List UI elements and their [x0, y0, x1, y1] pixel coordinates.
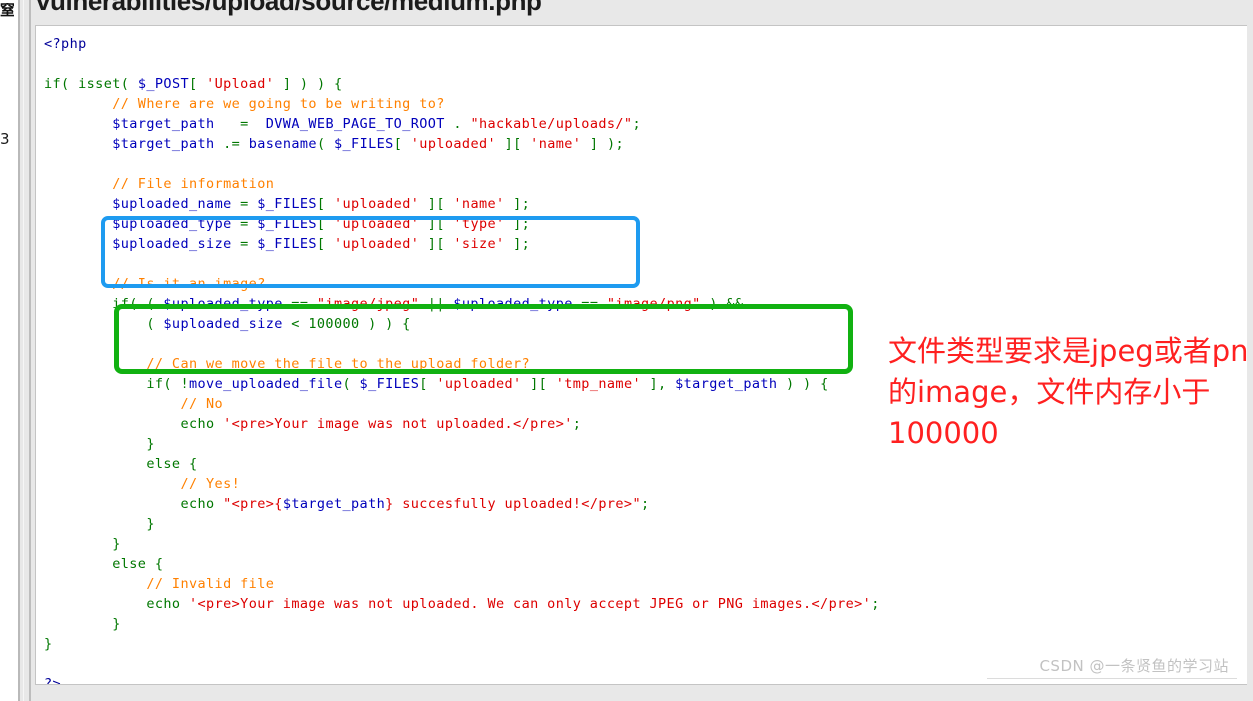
watermark-rule	[987, 678, 1237, 679]
code-token: ;	[871, 596, 880, 612]
code-token: DVWA_WEB_PAGE_TO_ROOT	[265, 116, 445, 132]
red-annotation-note: 文件类型要求是jpeg或者png的image，文件内存小于100000	[888, 334, 1247, 450]
code-token: ?>	[44, 676, 62, 685]
code-token: ]	[274, 76, 300, 92]
code-token: $target_path	[675, 376, 778, 392]
csdn-watermark: CSDN @一条贤鱼的学习站	[1039, 657, 1229, 675]
code-token: 'uploaded'	[333, 196, 420, 212]
code-token: ;	[572, 416, 582, 432]
code-token: '<pre>Your image was not uploaded.</pre>…	[223, 416, 573, 432]
code-token: }	[44, 636, 53, 652]
code-token: 'tmp_name'	[555, 376, 641, 392]
code-token: isset	[78, 76, 121, 92]
code-token: $_FILES	[334, 136, 394, 152]
code-token: ;	[632, 116, 641, 132]
code-token: if(	[44, 76, 79, 92]
code-token: 'name'	[453, 196, 505, 212]
code-token: }	[44, 436, 155, 452]
code-token: $target_path	[112, 116, 215, 132]
code-token: $target_path	[282, 496, 386, 512]
source-code-panel: <?php if( isset( $_POST[ 'Upload' ] ) ) …	[35, 25, 1247, 685]
code-token: "hackable/uploads/"	[470, 116, 633, 132]
code-token: 'uploaded'	[436, 376, 522, 392]
code-token: );	[606, 136, 624, 152]
code-token: 'Upload'	[206, 76, 275, 92]
code-token: <?php	[44, 36, 87, 52]
code-token: $_POST	[137, 76, 189, 92]
code-token: }	[44, 516, 155, 532]
code-token: [	[393, 136, 411, 152]
code-token: $_FILES	[257, 196, 317, 212]
code-token: '<pre>Your image was not uploaded. We ca…	[189, 596, 872, 612]
code-token: else {	[44, 556, 164, 572]
code-token: // Yes!	[44, 476, 241, 492]
code-token: }	[44, 536, 121, 552]
code-token: (	[342, 376, 360, 392]
code-token: [	[189, 76, 207, 92]
code-token: }	[44, 616, 121, 632]
code-token: if( !	[44, 376, 189, 392]
code-token: else {	[44, 456, 198, 472]
code-token: =	[231, 196, 258, 212]
clipped-left-glyph-middle: 3	[0, 132, 10, 147]
clipped-left-glyph-top: 窒	[0, 3, 14, 18]
code-token: (	[316, 136, 334, 152]
code-token: ][	[496, 136, 531, 152]
code-token: $_FILES	[359, 376, 420, 392]
page-title: vulnerabilities/upload/source/medium.php	[36, 0, 542, 16]
code-token: ];	[504, 196, 531, 212]
code-token: [	[316, 196, 334, 212]
code-token: $uploaded_name	[112, 196, 232, 212]
code-token: $target_path	[112, 136, 215, 152]
code-token: move_uploaded_file	[188, 376, 343, 392]
code-token: echo	[180, 496, 215, 512]
code-token: 'name'	[530, 136, 582, 152]
code-token: ) ) {	[299, 76, 343, 92]
code-token: ],	[641, 376, 676, 392]
code-token: basename	[248, 136, 317, 152]
code-token: ) ) {	[777, 376, 829, 392]
code-token: 'uploaded'	[410, 136, 497, 152]
green-highlight-box	[114, 304, 853, 374]
browser-window-frame: vulnerabilities/upload/source/medium.php…	[18, 0, 1253, 701]
code-token: // File information	[44, 176, 275, 192]
code-token: // No	[44, 396, 224, 412]
code-token: echo	[180, 416, 215, 432]
code-token: [	[419, 376, 437, 392]
code-token: ]	[581, 136, 607, 152]
code-token: ][	[419, 196, 454, 212]
code-token: } succesfully uploaded!</pre>"	[385, 496, 641, 512]
code-token: ;	[641, 496, 650, 512]
code-token: "<pre>{	[223, 496, 283, 512]
blue-highlight-box	[101, 216, 640, 288]
code-token: // Where are we going to be writing to?	[44, 96, 445, 112]
code-token: (	[120, 76, 138, 92]
screenshot-root: 窒 3 vulnerabilities/upload/source/medium…	[0, 0, 1253, 701]
code-token: ][	[521, 376, 556, 392]
code-token: =	[214, 116, 266, 132]
code-token: echo	[146, 596, 181, 612]
code-token: .	[444, 116, 471, 132]
code-token: .=	[214, 136, 249, 152]
code-token: // Invalid file	[44, 576, 275, 592]
